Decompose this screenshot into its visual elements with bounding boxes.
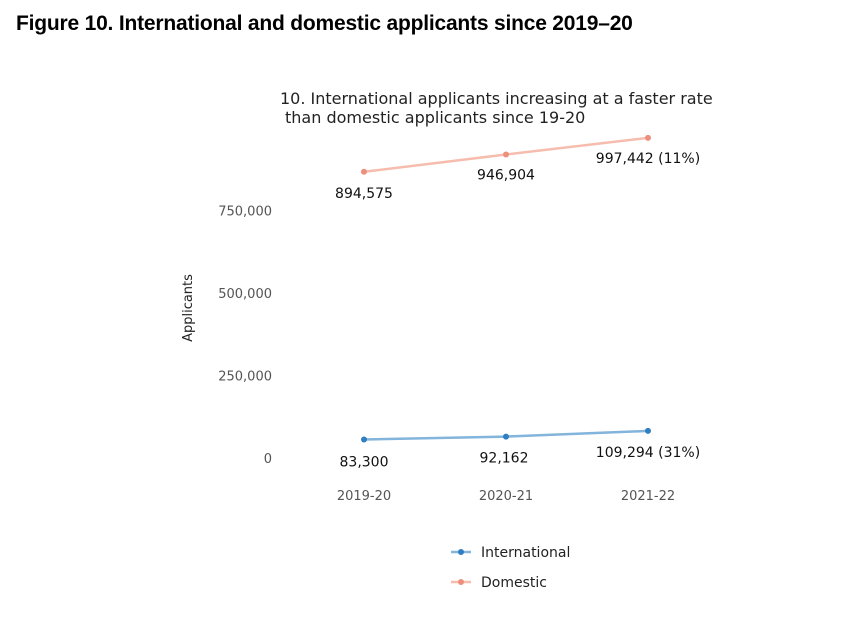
legend-label: International [481, 545, 570, 561]
legend-marker [458, 579, 464, 585]
series-domestic: 894,575 946,904 997,442 (11%) [335, 134, 700, 202]
legend-item: International [451, 545, 570, 561]
series-layer: 83,300 92,162 109,294 (31%) 894,575 946,904 9… [335, 134, 700, 471]
data-point [503, 151, 509, 158]
data-point [503, 433, 509, 440]
data-point [645, 134, 651, 141]
x-tick-label: 2019-20 [337, 489, 391, 504]
y-tick-label: 250,000 [218, 370, 272, 385]
y-axis-title: Applicants [181, 274, 196, 342]
data-label: 92,162 [480, 451, 529, 467]
y-axis-ticks: 0 250,000 500,000 750,000 [218, 205, 272, 468]
data-point [361, 168, 367, 175]
line-chart: 10. International applicants increasing … [181, 89, 718, 591]
chart-title: 10. International applicants increasing … [280, 89, 718, 127]
chart-title-line-1: 10. International applicants increasing … [280, 89, 713, 108]
data-label: 109,294 (31%) [596, 445, 700, 461]
y-tick-label: 750,000 [218, 205, 272, 220]
legend-item: Domestic [451, 575, 547, 591]
legend: International Domestic [451, 545, 570, 591]
x-tick-label: 2020-21 [479, 489, 533, 504]
y-tick-label: 500,000 [218, 287, 272, 302]
y-tick-label: 0 [264, 452, 272, 467]
x-axis-ticks: 2019-20 2020-21 2021-22 [337, 489, 675, 504]
chart-title-line-2: than domestic applicants since 19-20 [285, 108, 585, 127]
legend-label: Domestic [481, 575, 547, 591]
series-international: 83,300 92,162 109,294 (31%) [340, 427, 700, 471]
legend-marker [458, 549, 464, 555]
data-point [645, 427, 651, 434]
data-label: 894,575 [335, 186, 393, 202]
data-label: 997,442 (11%) [596, 151, 700, 167]
data-point [361, 436, 367, 443]
x-tick-label: 2021-22 [621, 489, 675, 504]
data-label: 946,904 [477, 168, 535, 184]
data-label: 83,300 [340, 455, 389, 471]
